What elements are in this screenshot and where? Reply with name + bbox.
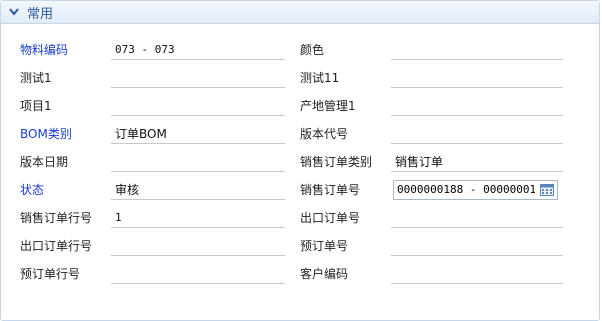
- form-row: 物料编码 073 - 073 颜色: [1, 37, 599, 63]
- sales-order-line-field[interactable]: 1: [111, 208, 285, 228]
- test11-field[interactable]: [391, 68, 563, 88]
- test1-label: 测试1: [20, 71, 52, 85]
- bom-type-label: BOM类别: [20, 127, 72, 141]
- origin-mgmt1-label: 产地管理1: [300, 99, 356, 113]
- form-row: 状态 审核 销售订单号 0000000188 - 0000000188: [1, 177, 599, 203]
- version-code-field[interactable]: [391, 124, 563, 144]
- form-row: 测试1 测试11: [1, 65, 599, 91]
- pre-order-no-label: 预订单号: [300, 239, 349, 253]
- export-order-line-field[interactable]: [111, 236, 285, 256]
- material-code-field[interactable]: 073 - 073: [111, 40, 285, 60]
- calendar-grid-icon[interactable]: [538, 182, 556, 198]
- pre-order-no-field[interactable]: [391, 236, 563, 256]
- test1-field[interactable]: [111, 68, 285, 88]
- common-panel: 常用 物料编码 073 - 073 颜色 测试1 测试11 项目1 产地管理1 …: [0, 0, 600, 321]
- version-date-field[interactable]: [111, 152, 285, 172]
- form-row: BOM类别 订单BOM 版本代号: [1, 121, 599, 147]
- form-row: 项目1 产地管理1: [1, 93, 599, 119]
- form-grid: 物料编码 073 - 073 颜色 测试1 测试11 项目1 产地管理1 BOM…: [1, 24, 599, 320]
- status-field[interactable]: 审核: [111, 180, 285, 200]
- form-row: 版本日期 销售订单类别 销售订单: [1, 149, 599, 175]
- version-code-label: 版本代号: [300, 127, 349, 141]
- export-order-line-label: 出口订单行号: [20, 239, 93, 253]
- color-field[interactable]: [391, 40, 563, 60]
- export-order-no-field[interactable]: [391, 208, 563, 228]
- sales-order-no-value[interactable]: 0000000188 - 0000000188: [397, 181, 535, 199]
- material-code-label: 物料编码: [20, 43, 69, 57]
- color-label: 颜色: [300, 43, 325, 57]
- export-order-no-label: 出口订单号: [300, 211, 361, 225]
- customer-code-label: 客户编码: [300, 267, 349, 281]
- customer-code-field[interactable]: [391, 264, 563, 284]
- pre-order-line-field[interactable]: [111, 264, 285, 284]
- sales-order-type-field[interactable]: 销售订单: [391, 152, 563, 172]
- sales-order-no-label: 销售订单号: [300, 183, 361, 197]
- project1-label: 项目1: [20, 99, 52, 113]
- chevron-down-icon[interactable]: [7, 5, 21, 19]
- bom-type-field[interactable]: 订单BOM: [111, 124, 285, 144]
- origin-mgmt1-field[interactable]: [391, 96, 563, 116]
- sales-order-type-label: 销售订单类别: [300, 155, 373, 169]
- pre-order-line-label: 预订单行号: [20, 267, 81, 281]
- status-label: 状态: [20, 183, 45, 197]
- form-row: 出口订单行号 预订单号: [1, 233, 599, 259]
- version-date-label: 版本日期: [20, 155, 69, 169]
- panel-header[interactable]: 常用: [1, 1, 599, 24]
- form-row: 预订单行号 客户编码: [1, 261, 599, 287]
- project1-field[interactable]: [111, 96, 285, 116]
- test11-label: 测试11: [300, 71, 340, 85]
- sales-order-line-label: 销售订单行号: [20, 211, 93, 225]
- form-row: 销售订单行号 1 出口订单号: [1, 205, 599, 231]
- sales-order-no-picker[interactable]: 0000000188 - 0000000188: [393, 180, 558, 200]
- panel-title: 常用: [27, 6, 54, 22]
